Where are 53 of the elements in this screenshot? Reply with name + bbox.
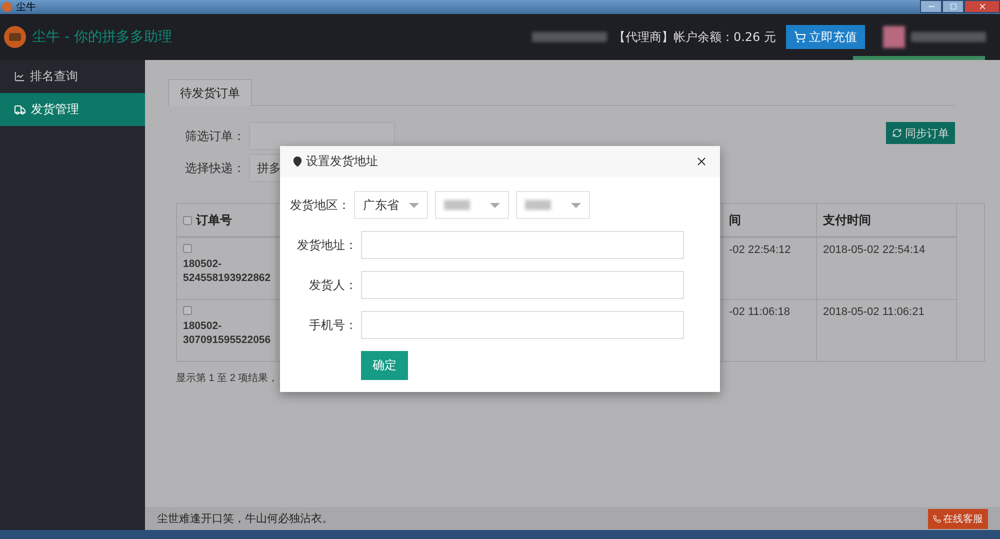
sidebar-label: 发货管理 (31, 101, 79, 118)
column-header: 支付时间 (817, 204, 957, 237)
sidebar-item[interactable]: 排名查询 (0, 60, 145, 93)
app-title: 尘牛 - 你的拼多多助理 (32, 28, 172, 46)
field-label: 手机号： (308, 316, 358, 334)
checkbox[interactable] (183, 216, 192, 224)
filter-label: 筛选订单： (185, 128, 246, 144)
tab[interactable]: 待发货订单 (168, 79, 252, 106)
avatar (883, 26, 905, 48)
minimize-button[interactable] (920, 0, 942, 13)
field-label: 发货地区： (290, 196, 351, 214)
filter-label: 选择快递： (185, 160, 246, 176)
input-field[interactable] (361, 271, 684, 299)
region-select[interactable]: 广东省 (354, 191, 428, 219)
service-button[interactable]: 在线客服 (928, 508, 988, 528)
input-field[interactable] (361, 311, 684, 339)
close-button[interactable] (695, 155, 708, 168)
table-cell-text: -02 11:06:18 (729, 306, 791, 318)
chart-icon (14, 71, 25, 82)
sidebar-item[interactable]: 发货管理 (0, 93, 145, 126)
field-label: 发货人： (308, 276, 358, 294)
refresh-icon (892, 128, 902, 138)
order-number: 180502-524558193922862 (183, 257, 272, 286)
checkbox[interactable] (183, 306, 192, 315)
table-info: 显示第 1 至 2 项结果， (176, 372, 280, 385)
window-title: 尘牛 (16, 0, 36, 14)
logo-icon (4, 26, 26, 48)
map-pin-icon (292, 156, 303, 167)
column-header: 订单号 (177, 204, 277, 237)
sync-button[interactable]: 同步订单 (886, 122, 955, 144)
sidebar-label: 排名查询 (30, 68, 78, 85)
field-label: 发货地址： (296, 236, 358, 254)
close-icon (978, 2, 986, 11)
dialog-title: 设置发货地址 (306, 153, 378, 170)
maximize-icon (950, 3, 956, 10)
table-cell-text: 2018-05-02 22:54:14 (823, 244, 926, 256)
region-select[interactable] (435, 191, 509, 219)
order-number: 180502-307091595522056 (183, 319, 272, 348)
confirm-button[interactable]: 确定 (361, 351, 408, 380)
account-balance: 【代理商】帐户余额：0.26 元 (613, 28, 776, 46)
phone-icon (933, 514, 941, 522)
checkbox[interactable] (183, 244, 192, 253)
app-icon (2, 2, 12, 12)
column-header: 间 (723, 204, 817, 237)
table-cell-text: -02 22:54:12 (729, 244, 792, 256)
footer-motto: 尘世难逢开口笑，牛山何必独沾衣。 (157, 511, 333, 526)
region-select[interactable] (516, 191, 590, 219)
recharge-button[interactable]: 立即充值 (786, 25, 865, 49)
input-field[interactable] (361, 231, 684, 259)
table-cell-text: 2018-05-02 11:06:21 (823, 306, 926, 318)
cart-icon (794, 31, 806, 43)
maximize-button[interactable] (942, 0, 964, 13)
truck-icon (14, 104, 26, 116)
